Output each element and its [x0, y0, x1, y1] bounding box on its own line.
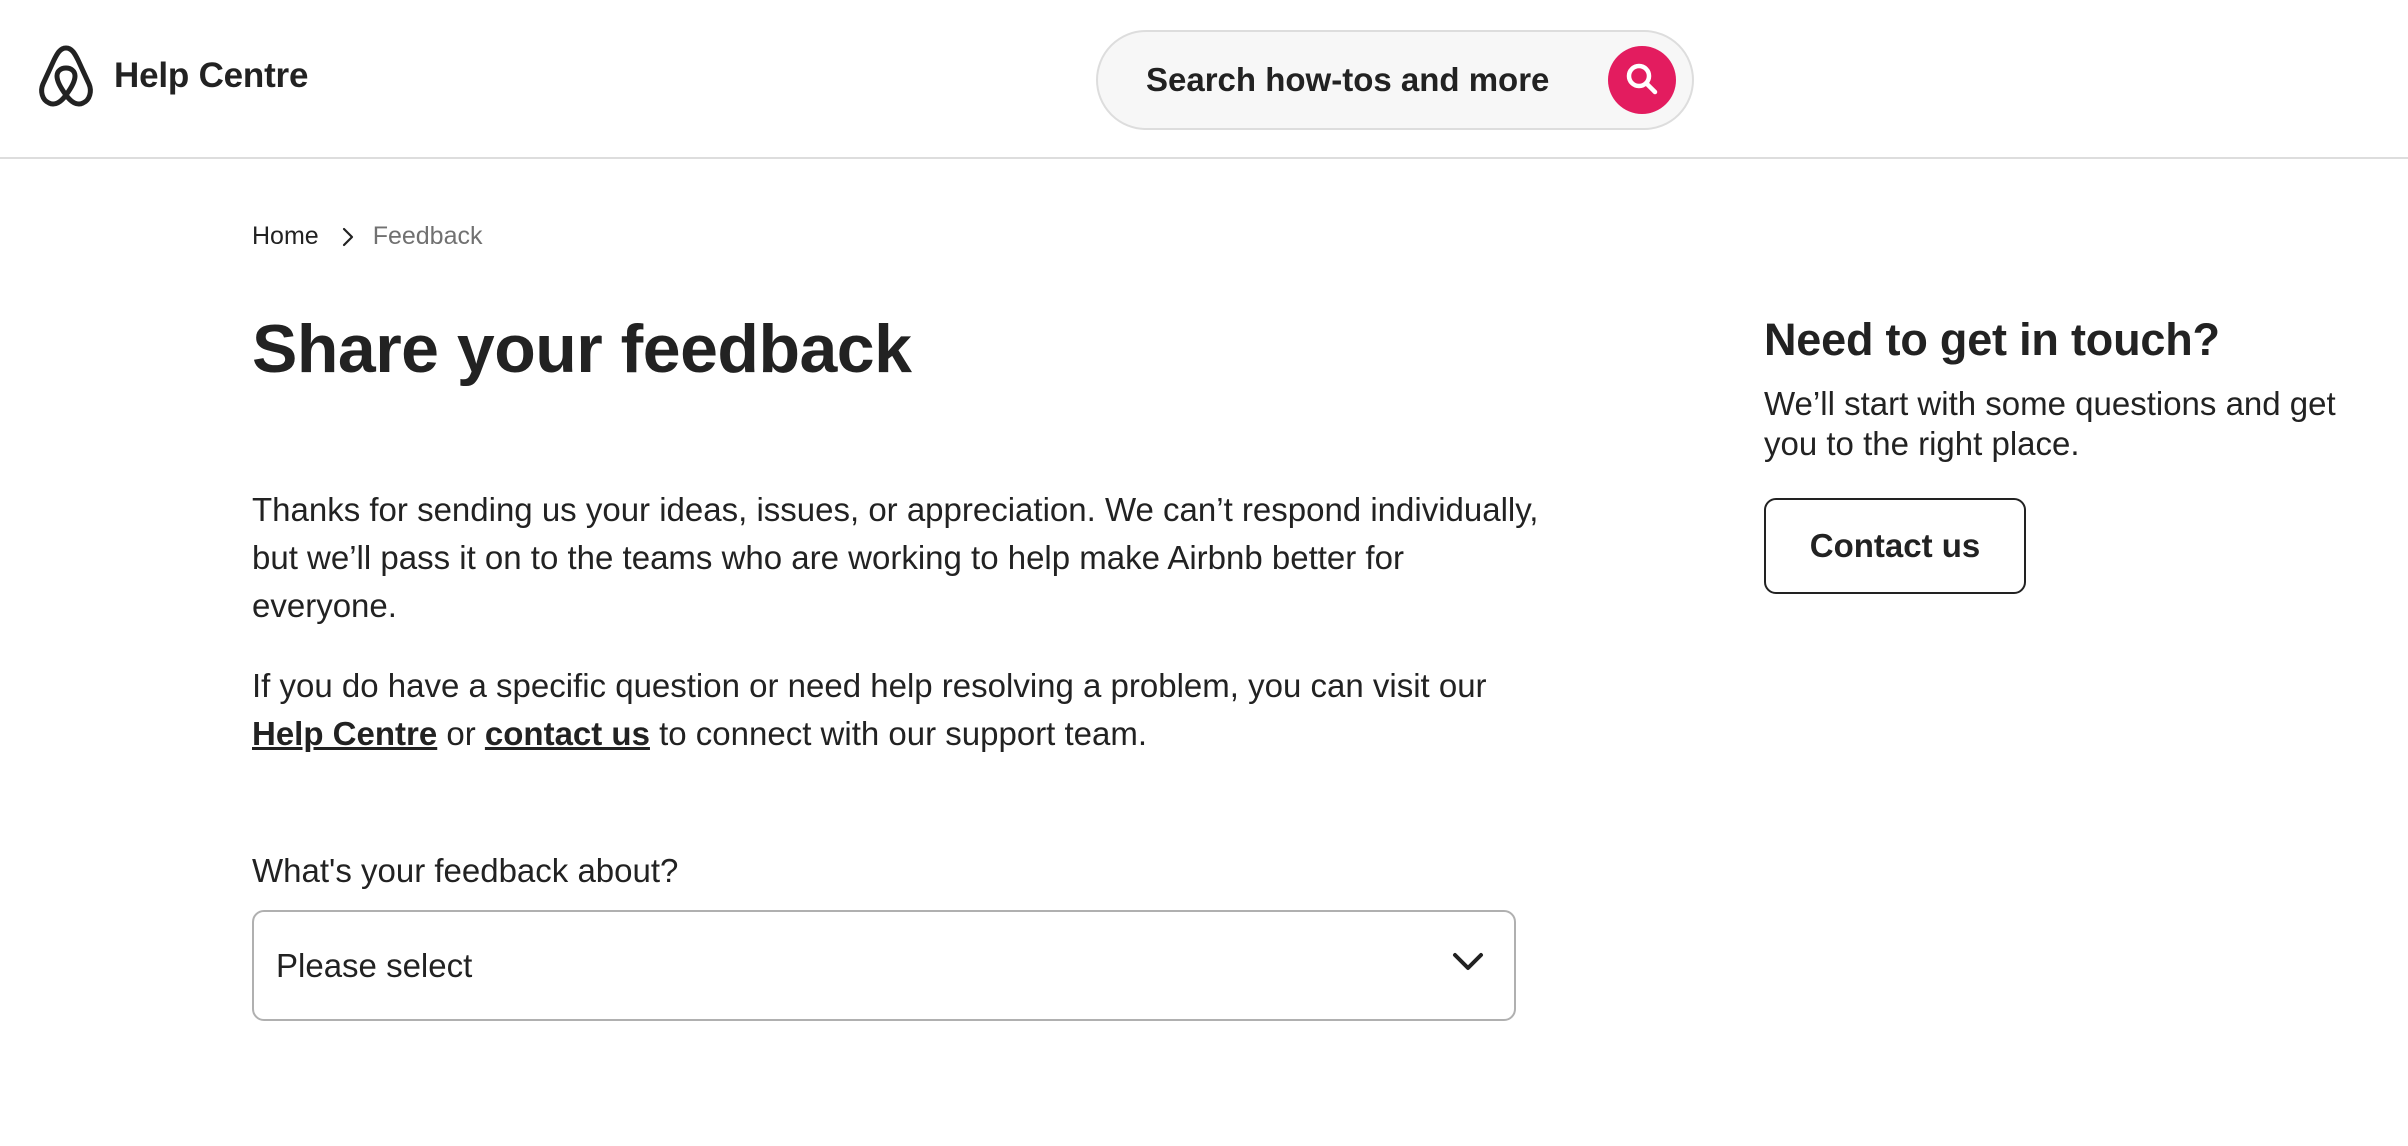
help-centre-title: Help Centre — [114, 56, 309, 95]
feedback-topic-value: Please select — [276, 946, 473, 984]
help-paragraph: If you do have a specific question or ne… — [252, 662, 1552, 758]
search-bar[interactable] — [1096, 30, 1694, 130]
search-icon — [1625, 62, 1659, 99]
feedback-topic-select[interactable]: Please select — [252, 910, 1516, 1021]
help-paragraph-text-3: to connect with our support team. — [649, 715, 1148, 752]
sidebar-title: Need to get in touch? — [1764, 314, 2220, 365]
search-input[interactable] — [1146, 61, 1596, 99]
search-button[interactable] — [1608, 46, 1676, 114]
airbnb-logo-icon — [38, 44, 94, 108]
contact-us-link[interactable]: contact us — [485, 715, 650, 752]
contact-us-button[interactable]: Contact us — [1764, 498, 2026, 594]
feedback-topic-label: What's your feedback about? — [252, 852, 679, 889]
breadcrumb-home-link[interactable]: Home — [252, 222, 319, 251]
page-title: Share your feedback — [252, 311, 912, 387]
breadcrumb: Home Feedback — [252, 222, 482, 251]
help-centre-link[interactable]: Help Centre — [252, 715, 437, 752]
sidebar-description: We’ll start with some questions and get … — [1764, 385, 2336, 462]
site-header: Help Centre — [0, 0, 2408, 159]
help-paragraph-text-1: If you do have a specific question or ne… — [252, 667, 1487, 704]
home-logo-link[interactable]: Help Centre — [38, 44, 308, 108]
chevron-down-icon — [1452, 952, 1484, 977]
intro-paragraph: Thanks for sending us your ideas, issues… — [252, 491, 1539, 624]
breadcrumb-current: Feedback — [372, 222, 483, 250]
help-paragraph-text-2: or — [437, 715, 485, 752]
chevron-right-icon — [341, 226, 355, 248]
